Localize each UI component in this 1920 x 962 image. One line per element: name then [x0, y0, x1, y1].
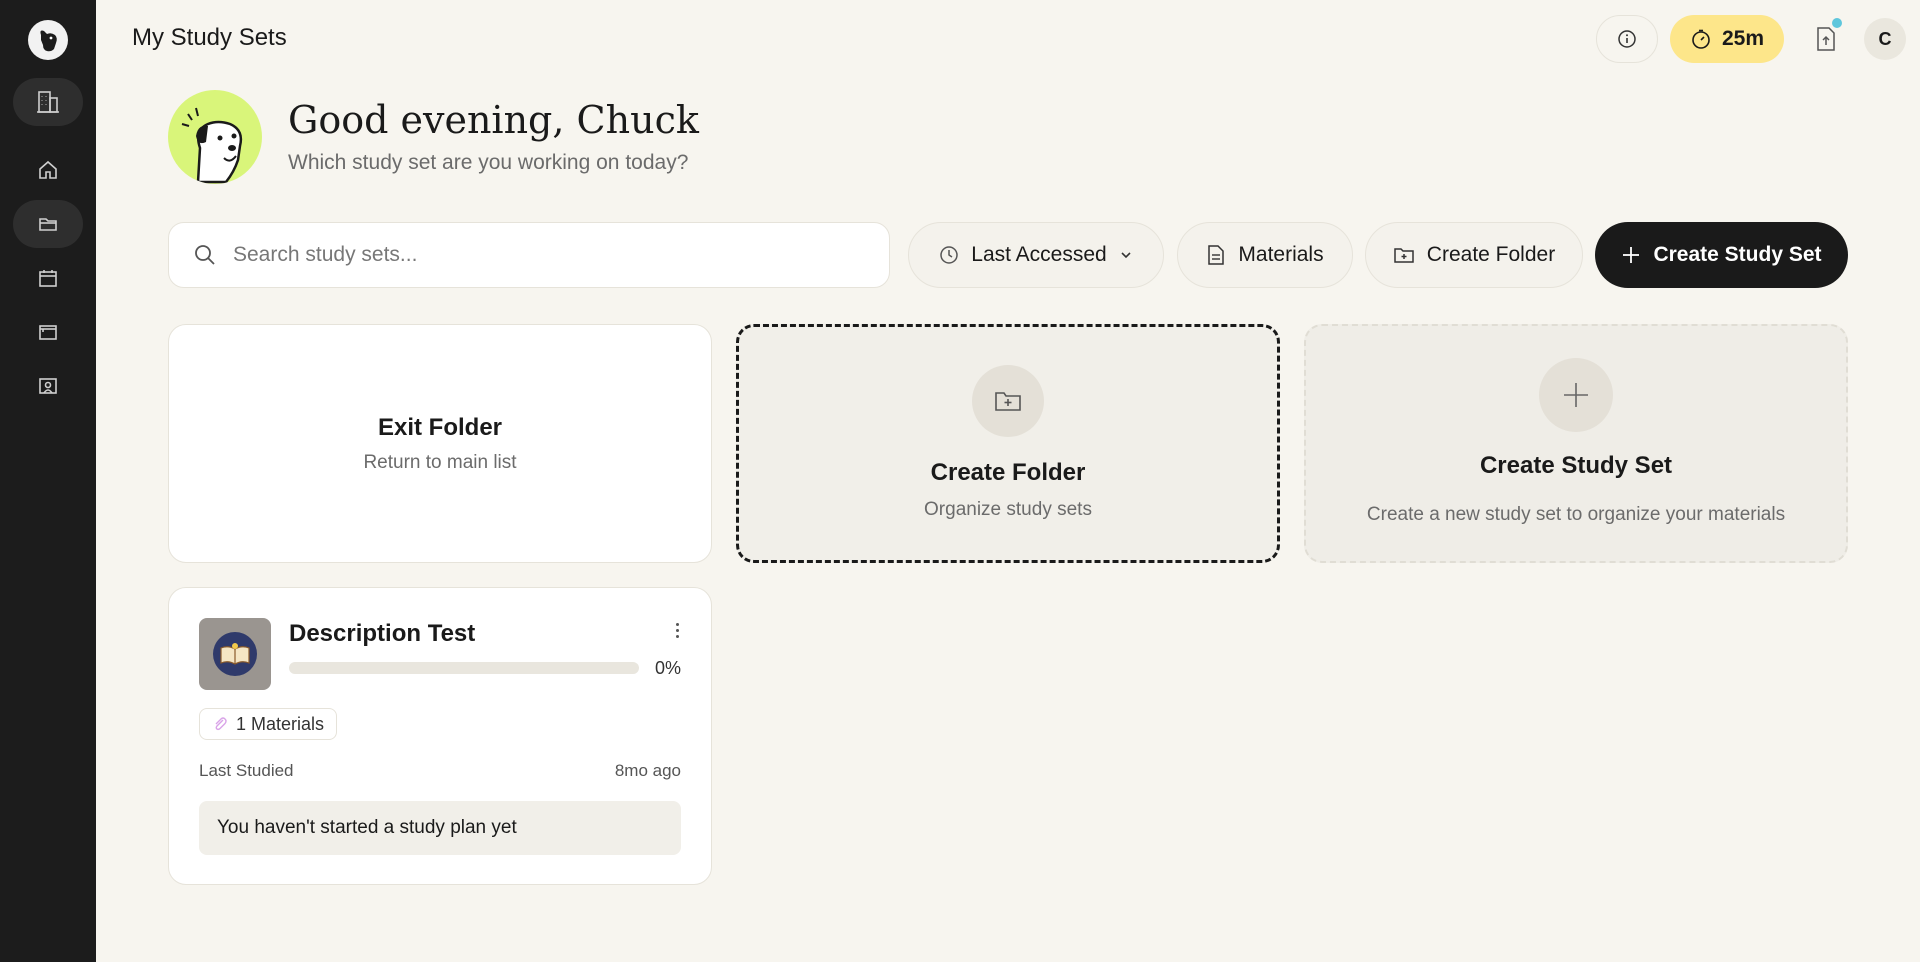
clock-icon: [940, 246, 959, 264]
classroom-icon: [39, 378, 57, 394]
file-upload-icon: [1817, 27, 1835, 51]
sort-dropdown[interactable]: Last Accessed: [908, 222, 1164, 288]
dog-logo-icon: [40, 30, 57, 52]
info-button[interactable]: [1595, 15, 1658, 63]
materials-badge-label: 1 Materials: [236, 713, 325, 734]
sidebar-item-calendar[interactable]: [13, 254, 83, 302]
folder-plus-icon: [995, 392, 1021, 411]
create-folder-label: Create Folder: [1426, 243, 1556, 266]
progress-bar: [289, 662, 639, 674]
create-folder-card[interactable]: Create Folder Organize study sets: [736, 324, 1280, 563]
more-options-icon[interactable]: [669, 616, 685, 644]
chevron-down-icon: [1121, 252, 1131, 259]
calendar-icon: [39, 270, 57, 287]
sidebar-item-home[interactable]: [13, 146, 83, 194]
info-icon: [1618, 30, 1636, 48]
page-title: My Study Sets: [132, 24, 287, 51]
create-study-set-label: Create Study Set: [1653, 243, 1822, 266]
plus-icon: [1564, 383, 1588, 407]
folder-plus-icon: [1394, 248, 1414, 263]
greeting-title: Good evening, Chuck: [288, 98, 699, 142]
search-input[interactable]: [233, 243, 833, 267]
sidebar-item-organization[interactable]: [13, 78, 83, 126]
create-folder-card-subtitle: Organize study sets: [924, 499, 1092, 520]
timer-button[interactable]: 25m: [1669, 15, 1784, 63]
create-study-set-button[interactable]: Create Study Set: [1595, 222, 1848, 288]
study-set-title[interactable]: Description Test: [289, 620, 475, 648]
document-icon: [1208, 245, 1225, 265]
create-folder-card-title: Create Folder: [930, 459, 1086, 486]
last-studied-label: Last Studied: [199, 761, 294, 780]
plus-icon: [1623, 247, 1640, 263]
create-study-set-card[interactable]: Create Study Set Create a new study set …: [1304, 324, 1848, 563]
create-folder-button[interactable]: Create Folder: [1365, 222, 1583, 288]
folder-icon: [39, 218, 57, 231]
search-bar: [168, 222, 890, 288]
sidebar-item-study-sets[interactable]: [13, 200, 83, 248]
stopwatch-icon: [1692, 29, 1710, 49]
study-set-card[interactable]: Description Test 0% 1 Materials Last Stu…: [168, 587, 712, 885]
app-logo[interactable]: [28, 20, 68, 60]
sidebar-item-classroom[interactable]: [13, 362, 83, 410]
building-icon: [37, 91, 59, 113]
sidebar-item-window[interactable]: [13, 308, 83, 356]
materials-label: Materials: [1238, 243, 1324, 266]
folder-plus-circle: [972, 365, 1044, 437]
study-set-thumbnail: [199, 618, 271, 690]
study-plan-message: You haven't started a study plan yet: [199, 801, 681, 855]
greeting-subtitle: Which study set are you working on today…: [288, 151, 689, 174]
exit-folder-title: Exit Folder: [377, 413, 503, 441]
sort-label: Last Accessed: [971, 243, 1107, 266]
home-icon: [39, 160, 57, 179]
user-avatar[interactable]: C: [1864, 18, 1906, 60]
notification-dot: [1832, 18, 1842, 28]
paperclip-icon: [215, 717, 227, 731]
timer-label: 25m: [1721, 27, 1764, 50]
materials-button[interactable]: Materials: [1177, 222, 1353, 288]
window-icon: [39, 325, 57, 340]
dog-mascot-icon: [181, 107, 243, 184]
create-study-set-card-title: Create Study Set: [1479, 452, 1673, 479]
open-book-icon: [220, 643, 250, 665]
progress-label: 0%: [654, 658, 681, 678]
plus-circle: [1539, 358, 1613, 432]
search-icon: [195, 245, 215, 265]
last-studied-value: 8mo ago: [614, 761, 681, 780]
exit-folder-card[interactable]: Exit Folder Return to main list: [168, 324, 712, 563]
materials-badge[interactable]: 1 Materials: [199, 708, 338, 740]
exit-folder-subtitle: Return to main list: [363, 451, 517, 473]
mascot-avatar: [168, 90, 262, 184]
upload-button[interactable]: [1806, 15, 1846, 63]
create-study-set-card-subtitle: Create a new study set to organize your …: [1366, 504, 1786, 525]
sidebar: [0, 0, 96, 962]
topbar-actions: 25m C: [1595, 15, 1906, 63]
